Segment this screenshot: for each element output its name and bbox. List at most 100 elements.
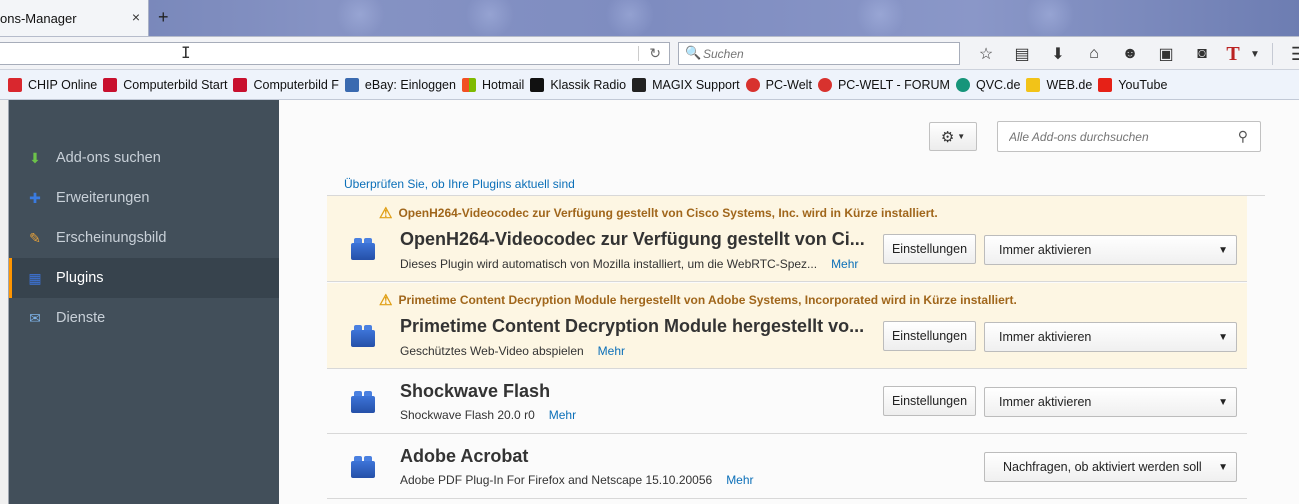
background-decoration <box>850 0 910 36</box>
new-tab-icon[interactable]: + <box>158 8 169 26</box>
settings-button[interactable]: Einstellungen <box>883 386 976 416</box>
bookmark-item[interactable]: Hotmail <box>461 77 524 92</box>
chat-icon[interactable]: ☻ <box>1112 43 1148 65</box>
toolbar-icons: ☆ ▤ ⬇ ⌂ ☻ ▣ ◙ T ▼ ☰ <box>968 43 1299 65</box>
category-label: Erscheinungsbild <box>56 230 167 246</box>
plugin-name: Shockwave Flash <box>400 381 551 401</box>
plugin-description: Adobe PDF Plug-In For Firefox and Netsca… <box>400 473 754 487</box>
search-icon: 🔍 <box>685 45 702 60</box>
warning-icon: ⚠ <box>379 205 393 222</box>
category-get-addons[interactable]: ⬇ Add-ons suchen <box>9 138 279 178</box>
plugin-icon <box>351 390 377 414</box>
get-addons-icon: ⬇ <box>29 149 41 166</box>
category-label: Plugins <box>56 270 104 286</box>
web-search-input[interactable] <box>703 43 953 64</box>
bookmark-item[interactable]: PC-WELT - FORUM <box>817 77 950 92</box>
plugin-row-primetime[interactable]: ⚠ Primetime Content Decryption Module he… <box>327 283 1247 369</box>
addon-search-input[interactable] <box>998 122 1228 151</box>
divider <box>638 46 639 61</box>
window-edge <box>0 100 9 504</box>
category-label: Add-ons suchen <box>56 150 161 166</box>
bookmark-item[interactable]: YouTube <box>1098 77 1167 92</box>
plugin-name: Adobe Acrobat <box>400 446 529 466</box>
activation-select[interactable]: Immer aktivieren ▼ <box>984 235 1237 265</box>
text-extension-icon[interactable]: T <box>1220 43 1246 65</box>
url-bar[interactable]: I ↻ <box>0 42 670 65</box>
install-warning: ⚠ OpenH264-Videocodec zur Verfügung gest… <box>379 205 938 222</box>
plugin-name: OpenH264-Videocodec zur Verfügung gestel… <box>400 229 865 249</box>
addons-main: ⚙▼ ⚲ Überprüfen Sie, ob Ihre Plugins akt… <box>279 100 1299 504</box>
favicon-icon <box>632 77 647 92</box>
more-link[interactable]: Mehr <box>549 408 576 422</box>
check-plugins-link[interactable]: Überprüfen Sie, ob Ihre Plugins aktuell … <box>344 177 575 191</box>
bookmark-item[interactable]: eBay: Einloggen <box>344 77 456 92</box>
background-decoration <box>460 0 520 36</box>
search-icon[interactable]: ⚲ <box>1238 128 1248 145</box>
category-label: Erweiterungen <box>56 190 150 206</box>
plugin-row-openh264[interactable]: ⚠ OpenH264-Videocodec zur Verfügung gest… <box>327 196 1247 282</box>
chevron-down-icon: ▼ <box>1218 462 1228 473</box>
menu-icon[interactable]: ☰ <box>1281 43 1299 65</box>
bookmark-item[interactable]: CHIP Online <box>8 77 97 92</box>
download-icon[interactable]: ⬇ <box>1040 43 1076 65</box>
web-search-box[interactable]: 🔍 <box>678 42 960 65</box>
bookmark-item[interactable]: Computerbild F <box>233 77 339 92</box>
category-appearance[interactable]: ✎ Erscheinungsbild <box>9 218 279 258</box>
favicon-icon <box>1026 77 1041 92</box>
categories-sidebar: ⬇ Add-ons suchen ✚ Erweiterungen ✎ Ersch… <box>9 100 279 504</box>
background-decoration <box>1020 0 1080 36</box>
plugin-row-shockwave[interactable]: Shockwave Flash Shockwave Flash 20.0 r0 M… <box>327 370 1247 434</box>
services-icon: ✉ <box>29 309 41 326</box>
plugin-description: Geschütztes Web-Video abspielen Mehr <box>400 344 626 358</box>
favicon-icon <box>8 77 22 92</box>
category-label: Dienste <box>56 310 106 326</box>
category-extensions[interactable]: ✚ Erweiterungen <box>9 178 279 218</box>
bookmark-item[interactable]: PC-Welt <box>745 77 812 92</box>
bookmark-item[interactable]: MAGIX Support <box>632 77 740 92</box>
favicon-icon <box>461 77 476 92</box>
extensions-icon: ✚ <box>29 189 41 206</box>
close-icon[interactable]: × <box>132 10 140 24</box>
reading-list-icon[interactable]: ▤ <box>1004 43 1040 65</box>
activation-select[interactable]: Immer aktivieren ▼ <box>984 322 1237 352</box>
plugin-name: Primetime Content Decryption Module herg… <box>400 316 865 336</box>
background-decoration <box>600 0 660 36</box>
more-link[interactable]: Mehr <box>831 257 858 271</box>
more-link[interactable]: Mehr <box>726 473 753 487</box>
bookmark-item[interactable]: Klassik Radio <box>530 77 626 92</box>
plugin-icon <box>351 324 377 348</box>
bookmark-item[interactable]: Computerbild Start <box>103 77 227 92</box>
gear-icon: ⚙ <box>940 128 955 146</box>
chevron-down-icon: ▼ <box>1218 332 1228 343</box>
star-icon[interactable]: ☆ <box>968 43 1004 65</box>
chevron-down-icon: ▼ <box>1218 245 1228 256</box>
text-cursor-icon: I <box>181 43 191 62</box>
chevron-down-icon[interactable]: ▼ <box>1246 43 1264 65</box>
category-plugins[interactable]: ▦ Plugins <box>9 258 279 298</box>
plugin-icon <box>351 455 377 479</box>
bookmark-item[interactable]: QVC.de <box>955 77 1020 92</box>
settings-button[interactable]: Einstellungen <box>883 234 976 264</box>
more-link[interactable]: Mehr <box>598 344 625 358</box>
tab-addons-manager[interactable]: ons-Manager × <box>0 0 149 36</box>
bookmark-item[interactable]: WEB.de <box>1026 77 1092 92</box>
reload-icon[interactable]: ↻ <box>649 45 661 62</box>
settings-button[interactable]: Einstellungen <box>883 321 976 351</box>
favicon-icon <box>817 77 832 92</box>
category-services[interactable]: ✉ Dienste <box>9 298 279 338</box>
plugin-description: Shockwave Flash 20.0 r0 Mehr <box>400 408 577 422</box>
tools-gear-button[interactable]: ⚙ ▼ <box>929 122 977 151</box>
favicon-icon <box>344 77 359 92</box>
warning-icon: ⚠ <box>379 292 393 309</box>
chevron-down-icon: ▼ <box>1218 397 1228 408</box>
screenshot-icon[interactable]: ▣ <box>1148 43 1184 65</box>
robot-icon[interactable]: ◙ <box>1184 43 1220 65</box>
addon-search-box[interactable]: ⚲ <box>997 121 1261 152</box>
activation-select[interactable]: Nachfragen, ob aktiviert werden soll ▼ <box>984 452 1237 482</box>
home-icon[interactable]: ⌂ <box>1076 43 1112 65</box>
divider <box>1272 43 1273 65</box>
favicon-icon <box>233 77 248 92</box>
activation-select[interactable]: Immer aktivieren ▼ <box>984 387 1237 417</box>
plugin-icon <box>351 237 377 261</box>
plugin-row-acrobat[interactable]: Adobe Acrobat Adobe PDF Plug-In For Fire… <box>327 435 1247 499</box>
